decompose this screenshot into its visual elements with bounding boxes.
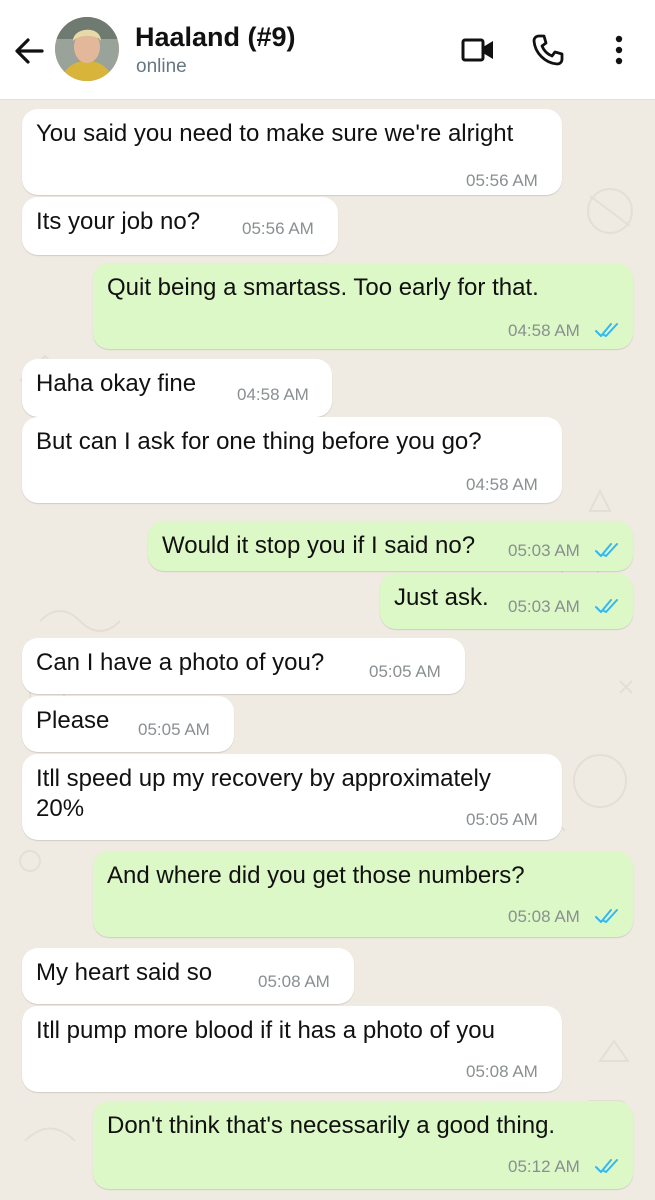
- outgoing-message-bubble[interactable]: Would it stop you if I said no? 05:03 AM: [148, 521, 633, 571]
- voice-call-icon[interactable]: [530, 32, 566, 68]
- incoming-message-bubble[interactable]: Can I have a photo of you? 05:05 AM: [22, 638, 465, 694]
- incoming-message-bubble[interactable]: Haha okay fine 04:58 AM: [22, 359, 332, 417]
- message-text: But can I ask for one thing before you g…: [36, 428, 482, 455]
- outgoing-message-bubble[interactable]: Don't think that's necessarily a good th…: [93, 1101, 633, 1189]
- message-list[interactable]: You said you need to make sure we're alr…: [0, 101, 655, 1200]
- read-receipt-icon: [595, 599, 618, 613]
- read-receipt-icon: [595, 323, 618, 337]
- message-text: Itll pump more blood if it has a photo o…: [36, 1017, 495, 1044]
- message-text: Please: [36, 707, 110, 734]
- more-options-icon[interactable]: [601, 32, 637, 68]
- outgoing-message-bubble[interactable]: Quit being a smartass. Too early for tha…: [93, 263, 633, 349]
- contact-status: online: [136, 56, 187, 77]
- incoming-message-bubble[interactable]: Please 05:05 AM: [22, 696, 234, 752]
- outgoing-message-bubble[interactable]: And where did you get those numbers? 05:0…: [93, 851, 633, 937]
- message-text: Just ask.: [394, 584, 489, 611]
- message-timestamp: 04:58 AM: [237, 385, 309, 404]
- message-text: And where did you get those numbers?: [107, 862, 525, 889]
- message-text: Its your job no?: [36, 208, 201, 235]
- message-text: Can I have a photo of you?: [36, 649, 325, 676]
- message-timestamp: 04:58 AM: [466, 475, 538, 494]
- message-text: Quit being a smartass. Too early for tha…: [107, 274, 539, 301]
- read-receipt-icon: [595, 909, 618, 923]
- message-timestamp: 05:08 AM: [466, 1062, 538, 1081]
- message-timestamp: 05:12 AM: [508, 1157, 580, 1176]
- message-timestamp: 05:56 AM: [466, 171, 538, 190]
- chat-header: Haaland (#9) online: [0, 0, 655, 100]
- read-receipt-icon: [595, 543, 618, 557]
- message-text: My heart said so: [36, 959, 213, 986]
- incoming-message-bubble[interactable]: You said you need to make sure we're alr…: [22, 109, 562, 195]
- message-timestamp: 05:05 AM: [138, 720, 210, 739]
- message-text: Would it stop you if I said no?: [162, 532, 476, 559]
- contact-name[interactable]: Haaland (#9): [135, 22, 296, 53]
- message-text: Don't think that's necessarily a good th…: [107, 1112, 556, 1139]
- incoming-message-bubble[interactable]: Itll pump more blood if it has a photo o…: [22, 1006, 562, 1092]
- back-arrow-icon[interactable]: [12, 34, 46, 68]
- message-timestamp: 05:05 AM: [369, 662, 441, 681]
- incoming-message-bubble[interactable]: My heart said so 05:08 AM: [22, 948, 354, 1004]
- incoming-message-bubble[interactable]: But can I ask for one thing before you g…: [22, 417, 562, 503]
- message-timestamp: 05:08 AM: [258, 972, 330, 991]
- outgoing-message-bubble[interactable]: Just ask. 05:03 AM: [380, 573, 633, 629]
- message-text: Haha okay fine: [36, 370, 197, 397]
- message-text: Itll speed up my recovery by approximate…: [36, 765, 491, 822]
- read-receipt-icon: [595, 1159, 618, 1173]
- message-timestamp: 05:03 AM: [508, 597, 580, 616]
- message-timestamp: 04:58 AM: [508, 321, 580, 340]
- incoming-message-bubble[interactable]: Itll speed up my recovery by approximate…: [22, 754, 562, 840]
- message-timestamp: 05:08 AM: [508, 907, 580, 926]
- message-text: You said you need to make sure we're alr…: [36, 120, 514, 147]
- message-timestamp: 05:03 AM: [508, 541, 580, 560]
- message-timestamp: 05:05 AM: [466, 810, 538, 829]
- incoming-message-bubble[interactable]: Its your job no? 05:56 AM: [22, 197, 338, 255]
- message-timestamp: 05:56 AM: [242, 219, 314, 238]
- contact-avatar[interactable]: [55, 17, 119, 81]
- video-call-icon[interactable]: [460, 32, 496, 68]
